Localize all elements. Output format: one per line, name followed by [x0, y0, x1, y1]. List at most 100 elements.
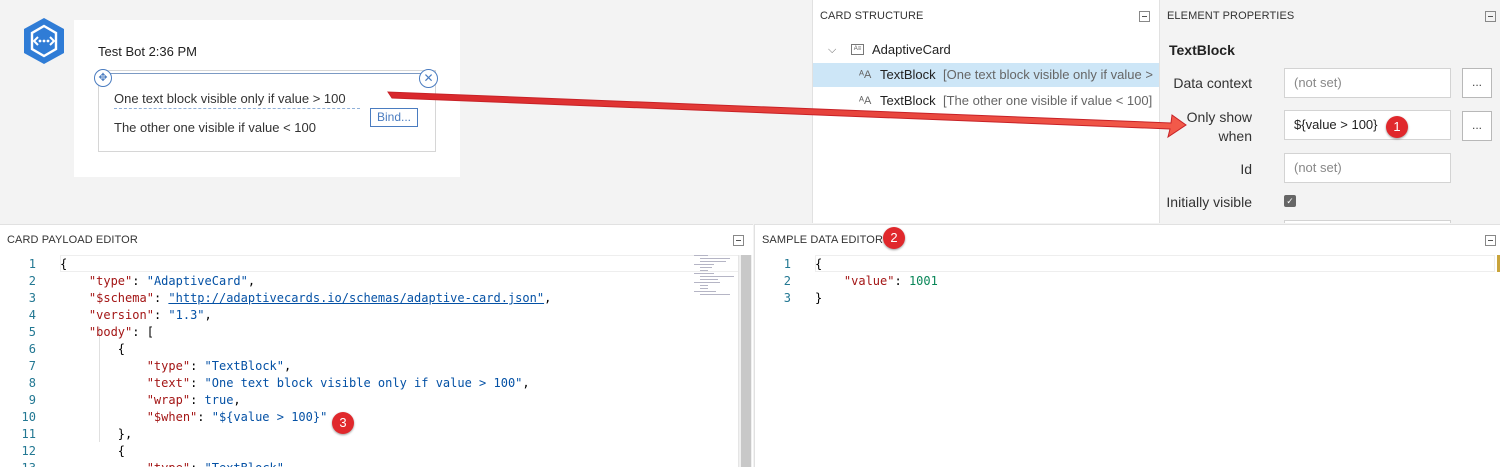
line-number: 11 — [21, 427, 36, 441]
tree-item-label: TextBlock — [880, 67, 936, 82]
tree-item-adaptivecard[interactable]: ⌵ A≡ AdaptiveCard — [813, 38, 1160, 62]
element-properties-panel: ELEMENT PROPERTIES TextBlock Data contex… — [1159, 0, 1500, 223]
minimap-stroke — [700, 285, 708, 286]
line-number: 3 — [783, 291, 791, 305]
code-line[interactable]: { — [815, 256, 822, 273]
message-header: Test Bot 2:36 PM — [98, 44, 197, 59]
collapse-payload-icon[interactable] — [733, 235, 744, 246]
code-minimap[interactable] — [690, 255, 736, 299]
only-show-when-more-button[interactable]: ... — [1462, 111, 1492, 141]
code-line[interactable]: { — [60, 256, 67, 273]
adaptive-card-icon: A≡ — [851, 44, 864, 55]
code-line[interactable]: "$schema": "http://adaptivecards.io/sche… — [60, 290, 551, 307]
card-preview-pane: Test Bot 2:36 PM ✥ ✕ One text block visi… — [0, 0, 812, 223]
minimap-stroke — [700, 261, 726, 262]
card-structure-panel: CARD STRUCTURE ⌵ A≡ AdaptiveCard ᴬA Text… — [812, 0, 1160, 223]
code-line[interactable]: "text": "One text block visible only if … — [60, 375, 530, 392]
remove-element-icon[interactable]: ✕ — [419, 69, 438, 88]
selection-outline — [107, 73, 425, 74]
minimap-stroke — [694, 255, 708, 256]
tree-item-label: AdaptiveCard — [872, 42, 951, 57]
collapse-data-icon[interactable] — [1485, 235, 1496, 246]
line-number: 3 — [28, 291, 36, 305]
only-show-label-line1: Only show — [1186, 109, 1252, 125]
code-line[interactable]: "version": "1.3", — [60, 307, 212, 324]
sample-data-editor[interactable]: SAMPLE DATA EDITOR 1 2 3 { "value": 1001… — [754, 224, 1500, 467]
code-line[interactable]: "type": "TextBlock", — [60, 460, 292, 467]
minimap-stroke — [700, 276, 734, 277]
id-field[interactable]: (not set) — [1284, 153, 1451, 183]
minimap-stroke — [700, 279, 718, 280]
scrollbar-thumb[interactable] — [741, 255, 751, 467]
line-number: 8 — [28, 376, 36, 390]
minimap-stroke — [694, 264, 714, 265]
code-line[interactable]: { — [60, 443, 125, 460]
annotation-badge-3: 3 — [332, 412, 354, 434]
line-number: 13 — [0, 460, 36, 467]
tree-item-textblock-1[interactable]: ᴬA TextBlock [One text block visible onl… — [813, 63, 1160, 87]
code-line[interactable]: "body": [ — [60, 324, 154, 341]
line-number: 4 — [28, 308, 36, 322]
textblock-icon: ᴬA — [859, 69, 872, 81]
bot-avatar-icon — [24, 18, 64, 64]
line-number: 12 — [21, 444, 36, 458]
card-payload-editor[interactable]: CARD PAYLOAD EDITOR 1 2 3 4 5 6 7 8 9 10… — [0, 224, 753, 467]
minimap-stroke — [700, 267, 712, 268]
selected-element-type: TextBlock — [1169, 42, 1235, 58]
next-field-edge — [1284, 220, 1451, 223]
annotation-badge-2: 2 — [883, 227, 905, 249]
adaptive-card-host: Test Bot 2:36 PM ✥ ✕ One text block visi… — [74, 20, 460, 177]
payload-editor-title: CARD PAYLOAD EDITOR — [7, 234, 138, 246]
data-context-field[interactable]: (not set) — [1284, 68, 1451, 98]
line-number: 1 — [783, 257, 791, 271]
tree-item-label: TextBlock — [880, 93, 936, 108]
tree-item-description: [One text block visible only if value > — [943, 67, 1153, 82]
data-context-more-button[interactable]: ... — [1462, 68, 1492, 98]
line-number: 9 — [28, 393, 36, 407]
annotation-badge-1: 1 — [1386, 116, 1408, 138]
current-line-highlight — [60, 255, 740, 272]
line-number: 6 — [28, 342, 36, 356]
current-line-highlight — [815, 255, 1495, 272]
line-number: 1 — [28, 257, 36, 271]
code-line[interactable]: "$when": "${value > 100}" — [60, 409, 328, 426]
line-number: 2 — [783, 274, 791, 288]
code-line[interactable]: "wrap": true, — [60, 392, 241, 409]
minimap-stroke — [700, 258, 730, 259]
initially-visible-label: Initially visible — [1166, 194, 1252, 210]
code-line[interactable]: "value": 1001 — [815, 273, 938, 290]
line-number: 10 — [21, 410, 36, 424]
code-line[interactable]: "type": "TextBlock", — [60, 358, 292, 375]
minimap-stroke — [694, 273, 714, 274]
tree-item-textblock-2[interactable]: ᴬA TextBlock [The other one visible if v… — [813, 89, 1160, 113]
code-line[interactable]: "type": "AdaptiveCard", — [60, 273, 255, 290]
code-line[interactable]: }, — [60, 426, 132, 443]
collapse-properties-icon[interactable] — [1485, 11, 1496, 22]
code-line[interactable]: { — [60, 341, 125, 358]
preview-textblock-2[interactable]: The other one visible if value < 100 — [114, 120, 316, 135]
minimap-stroke — [694, 291, 716, 292]
card-structure-title: CARD STRUCTURE — [820, 10, 924, 22]
only-show-when-label: Only show when — [1187, 108, 1252, 146]
textblock-icon: ᴬA — [859, 95, 872, 107]
tree-item-description: [The other one visible if value < 100] — [943, 93, 1153, 108]
collapse-structure-icon[interactable] — [1139, 11, 1150, 22]
element-properties-title: ELEMENT PROPERTIES — [1167, 10, 1295, 22]
minimap-stroke — [700, 288, 708, 289]
data-context-label: Data context — [1173, 75, 1252, 91]
line-number: 5 — [28, 325, 36, 339]
only-show-when-field[interactable]: ${value > 100} — [1284, 110, 1451, 140]
data-editor-title: SAMPLE DATA EDITOR — [762, 234, 883, 246]
chevron-down-icon[interactable]: ⌵ — [828, 38, 836, 62]
id-label: Id — [1240, 161, 1252, 177]
minimap-stroke — [700, 270, 708, 271]
line-number: 7 — [28, 359, 36, 373]
minimap-stroke — [700, 294, 730, 295]
line-number: 2 — [28, 274, 36, 288]
payload-scrollbar[interactable] — [738, 255, 752, 467]
preview-textblock-1[interactable]: One text block visible only if value > 1… — [114, 91, 360, 109]
code-line[interactable]: } — [815, 290, 822, 307]
move-handle-icon[interactable]: ✥ — [94, 69, 112, 87]
bind-button[interactable]: Bind... — [370, 108, 418, 127]
initially-visible-checkbox[interactable]: ✓ — [1284, 195, 1296, 207]
